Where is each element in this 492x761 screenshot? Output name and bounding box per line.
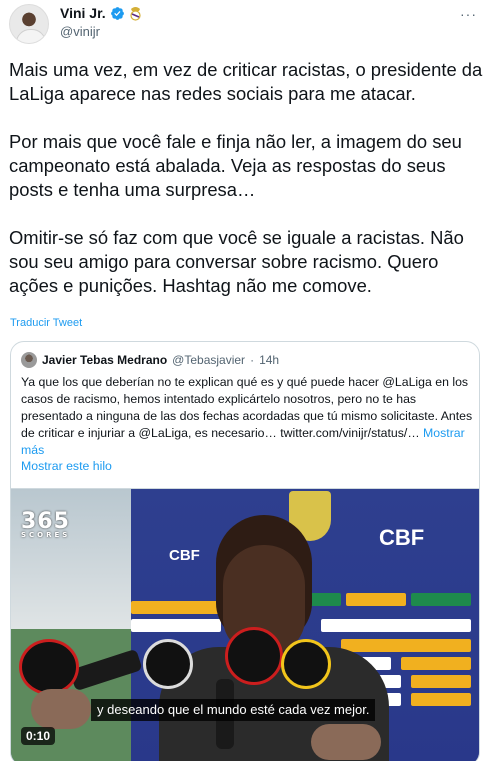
- author-handle[interactable]: @vinijr: [60, 24, 100, 39]
- video-caption: y deseando que el mundo esté cada vez me…: [91, 699, 376, 721]
- tweet-paragraph: Omitir-se só faz com que você se iguale …: [9, 227, 464, 296]
- sponsor-strip: [341, 639, 471, 652]
- quoted-tweet-body: Ya que los que deberían no te explican q…: [21, 375, 473, 440]
- sponsor-strip: [131, 619, 221, 632]
- sponsor-strip: [131, 601, 221, 614]
- sponsor-strip: [401, 657, 471, 670]
- tweet-paragraph: Por mais que você fale e finja não ler, …: [9, 131, 462, 200]
- quoted-author-name: Javier Tebas Medrano: [42, 353, 168, 367]
- video-watermark: 365 SCORES: [21, 509, 70, 539]
- video-player[interactable]: CBF CBF 365 SCORES y deseando que el mun…: [11, 488, 479, 761]
- quoted-tweet[interactable]: Javier Tebas Medrano @Tebasjavier · 14h …: [10, 341, 480, 761]
- sponsor-strip: [411, 675, 471, 688]
- sponsor-strip: [411, 693, 471, 706]
- tweet-card: Vini Jr. @vinijr ··· Mais uma vez, em ve…: [0, 0, 492, 761]
- show-thread-link[interactable]: Mostrar este hilo: [21, 459, 112, 473]
- more-options-button[interactable]: ···: [460, 7, 477, 21]
- translate-tweet-link[interactable]: Traducir Tweet: [10, 317, 82, 329]
- author-name-row: Vini Jr.: [60, 5, 142, 21]
- sponsor-cbf-text: CBF: [379, 525, 425, 550]
- tweet-paragraph: Mais uma vez, em vez de criticar racista…: [9, 59, 483, 104]
- sponsor-strip: [411, 593, 471, 606]
- quoted-tweet-text: Ya que los que deberían no te explican q…: [21, 374, 473, 459]
- sponsor-strip: [321, 619, 471, 632]
- video-duration-badge: 0:10: [21, 727, 56, 745]
- watermark-subtext: SCORES: [21, 531, 71, 539]
- quoted-author-avatar: [21, 352, 37, 368]
- microphone: [281, 639, 331, 689]
- microphone: [19, 639, 79, 695]
- author-display-name[interactable]: Vini Jr.: [60, 5, 106, 21]
- quoted-author-handle: @Tebasjavier: [172, 353, 246, 367]
- real-madrid-badge-icon: [130, 6, 141, 21]
- reporter-hand: [311, 724, 381, 760]
- tweet-text: Mais uma vez, em vez de criticar racista…: [9, 58, 487, 298]
- reporter-hand: [31, 689, 91, 729]
- quoted-tweet-time: 14h: [259, 353, 280, 367]
- microphone: [225, 627, 283, 685]
- quoted-tweet-header: Javier Tebas Medrano @Tebasjavier · 14h: [21, 352, 279, 368]
- verified-badge-icon: [110, 6, 124, 20]
- sponsor-cbf-text: CBF: [169, 547, 200, 564]
- sponsor-strip: [346, 593, 406, 606]
- author-avatar[interactable]: [9, 4, 49, 44]
- meta-separator: ·: [250, 353, 255, 367]
- microphone: [143, 639, 193, 689]
